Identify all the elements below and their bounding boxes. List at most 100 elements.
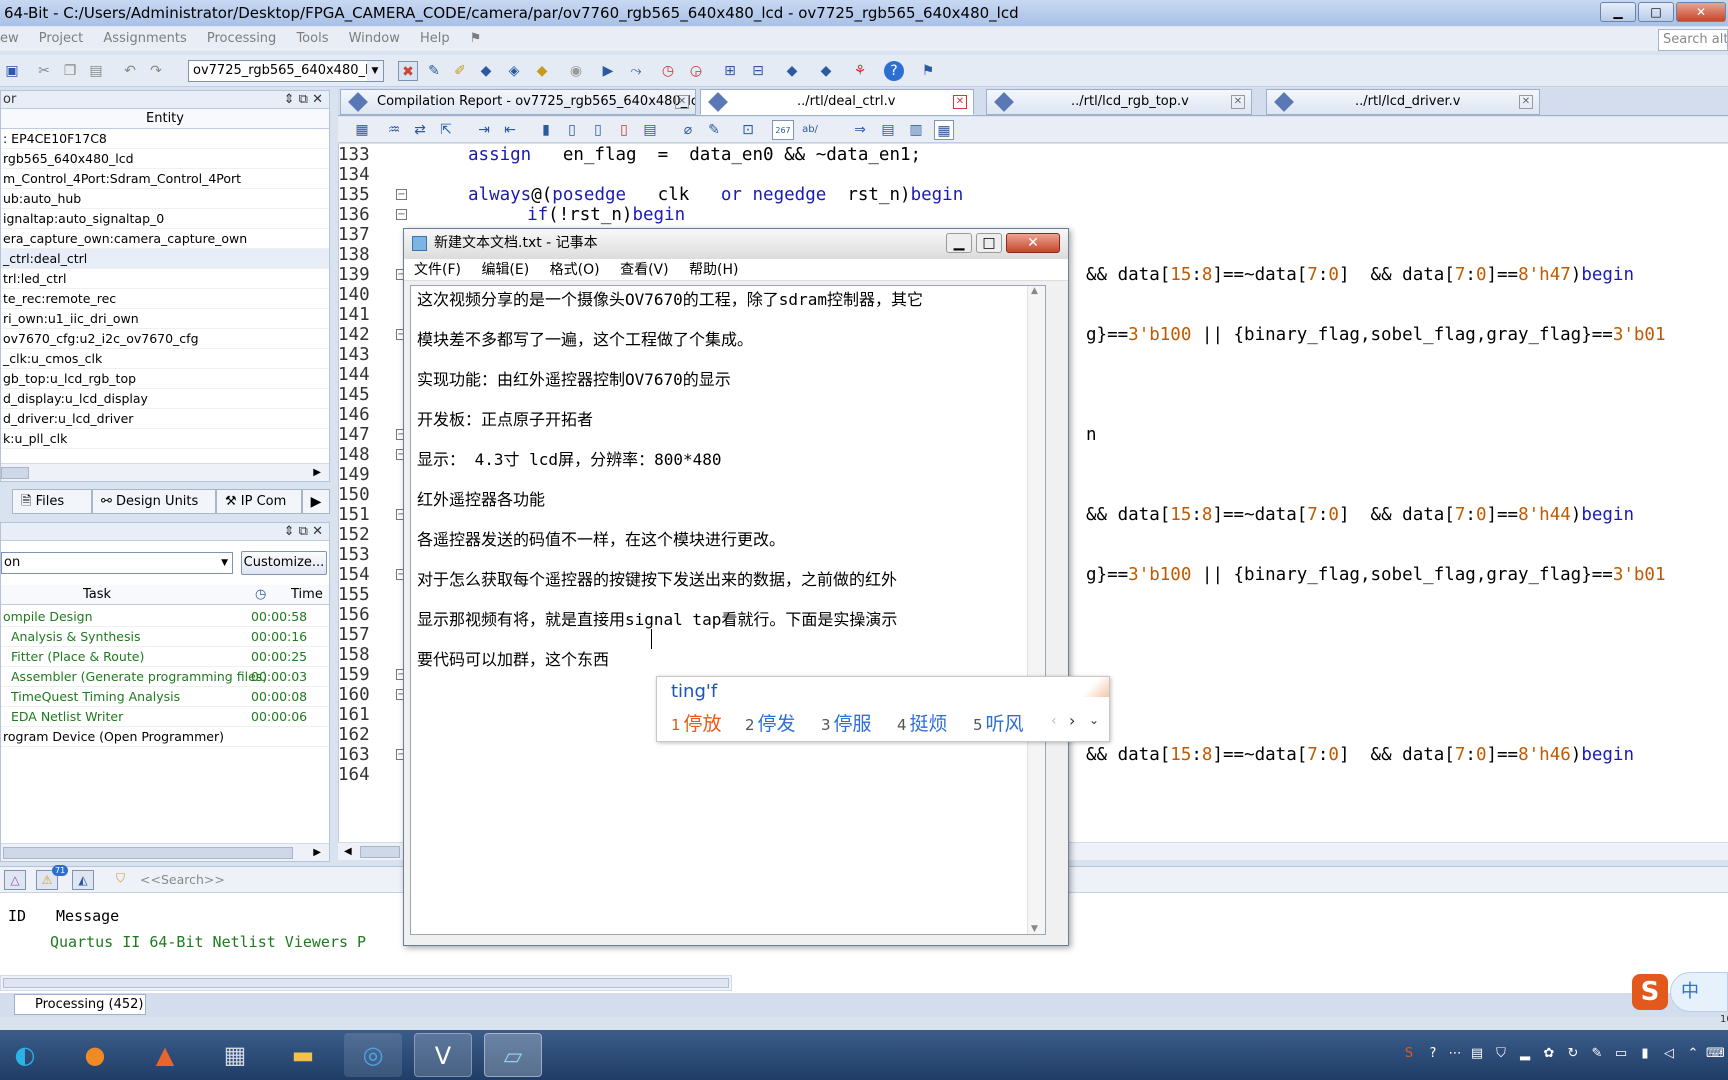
entity-row[interactable]: era_capture_own:camera_capture_own bbox=[1, 229, 329, 249]
netlist-icon[interactable]: ⊞ bbox=[720, 61, 740, 81]
entity-row[interactable]: k:u_pll_clk bbox=[1, 429, 329, 449]
tab-files[interactable]: 🗎 Files bbox=[12, 489, 92, 514]
notepad-titlebar[interactable]: 新建文本文档.txt - 记事本 ▁ □ ✕ bbox=[404, 229, 1068, 259]
notepad-menu-format[interactable]: 格式(O) bbox=[550, 262, 600, 278]
paste-icon[interactable]: ▤ bbox=[86, 61, 106, 81]
info-filter-icon[interactable]: ◭ bbox=[72, 870, 94, 890]
doc-tab-lcd-rgb-top[interactable]: ../rtl/lcd_rgb_top.v ✕ bbox=[986, 89, 1252, 115]
page2-icon[interactable]: ▥ bbox=[906, 120, 926, 140]
entity-row[interactable]: rgb565_640x480_lcd bbox=[1, 149, 329, 169]
dots-tray-icon[interactable]: ⋯ bbox=[1446, 1045, 1464, 1063]
menu-tools[interactable]: Tools bbox=[296, 27, 328, 51]
stop-icon[interactable]: ✖ bbox=[398, 61, 418, 81]
visio-icon[interactable]: V bbox=[414, 1033, 472, 1077]
ime-expand-icon[interactable]: ⌄ bbox=[1089, 713, 1099, 727]
programmer-icon[interactable]: ◆ bbox=[816, 61, 836, 81]
notepad-maximize-button[interactable]: □ bbox=[976, 233, 1002, 253]
font-icon[interactable]: ab/ bbox=[800, 120, 820, 140]
doc-tab-lcd-driver[interactable]: ../rtl/lcd_driver.v ✕ bbox=[1266, 89, 1540, 115]
tasks-scroll-thumb[interactable] bbox=[3, 847, 293, 859]
close-tab-icon[interactable]: ✕ bbox=[1519, 95, 1533, 109]
goto-icon[interactable]: ⇱ bbox=[436, 120, 456, 140]
menu-assignments[interactable]: Assignments bbox=[103, 27, 186, 51]
task-row[interactable]: Assembler (Generate programming files) 00… bbox=[1, 667, 329, 687]
chevron-up-icon[interactable]: ⌃ bbox=[1684, 1045, 1702, 1063]
notepad-menu-file[interactable]: 文件(F) bbox=[414, 262, 461, 278]
chip-planner-icon[interactable]: ◆ bbox=[782, 61, 802, 81]
ink-tray-icon[interactable]: ✎ bbox=[1588, 1045, 1606, 1063]
template-icon[interactable]: ✎ bbox=[704, 120, 724, 140]
ime-prev-icon[interactable]: ‹ bbox=[1051, 713, 1057, 729]
assignment-editor-icon[interactable]: ✐ bbox=[450, 61, 470, 81]
scroll-left-icon[interactable]: ◀ bbox=[344, 843, 352, 861]
indent-icon[interactable]: ⇥ bbox=[474, 120, 494, 140]
timing-icon[interactable]: ⤳ bbox=[626, 61, 646, 81]
task-row[interactable]: Analysis & Synthesis 00:00:16 bbox=[1, 627, 329, 647]
compile-icon[interactable]: ◈ bbox=[504, 61, 524, 81]
copy-icon[interactable]: ❐ bbox=[60, 61, 80, 81]
revision-select[interactable]: ov7725_rgb565_640x480_lcd ▼ bbox=[188, 60, 384, 82]
notepad-taskbar-icon[interactable]: ▱ bbox=[484, 1033, 542, 1077]
entity-column-header[interactable]: Entity bbox=[1, 109, 329, 129]
flow-select[interactable]: on ▼ bbox=[1, 552, 233, 574]
notepad-vscrollbar[interactable]: ▲ ▼ bbox=[1027, 286, 1045, 934]
entity-row[interactable]: ub:auto_hub bbox=[1, 189, 329, 209]
ime-next-icon[interactable]: › bbox=[1069, 711, 1075, 730]
menu-view[interactable]: ew bbox=[0, 27, 19, 51]
task-row[interactable]: ompile Design 00:00:58 bbox=[1, 607, 329, 627]
keyboard-icon[interactable]: ⌨ bbox=[1706, 1045, 1725, 1063]
undo-icon[interactable]: ↶ bbox=[120, 61, 140, 81]
fold-icon[interactable]: − bbox=[396, 209, 407, 220]
entity-row[interactable]: d_driver:u_lcd_driver bbox=[1, 409, 329, 429]
tabs-scroll-right[interactable]: ▶ bbox=[302, 489, 330, 514]
navigator-hscrollbar[interactable]: ▶ bbox=[1, 463, 329, 481]
page-icon[interactable]: ▤ bbox=[878, 120, 898, 140]
ime-candidate[interactable]: 2 停发 bbox=[745, 709, 796, 736]
next-icon[interactable]: ⇒ bbox=[850, 120, 870, 140]
task-row[interactable]: rogram Device (Open Programmer) bbox=[1, 727, 329, 747]
error-filter-icon[interactable]: △ bbox=[4, 870, 26, 890]
shield-icon[interactable]: ⛉ bbox=[1492, 1045, 1510, 1063]
message-row[interactable]: Quartus II 64-Bit Netlist Viewers P bbox=[50, 933, 366, 951]
menu-window[interactable]: Window bbox=[349, 27, 400, 51]
sogou-tray-icon[interactable]: S bbox=[1400, 1045, 1418, 1063]
doc-tab-deal-ctrl[interactable]: ../rtl/deal_ctrl.v ✕ bbox=[700, 89, 974, 115]
settings-icon[interactable]: ◆ bbox=[476, 61, 496, 81]
bookmark-clear-icon[interactable]: ▯ bbox=[614, 120, 634, 140]
scroll-right-icon[interactable]: ▶ bbox=[313, 844, 321, 862]
entity-row[interactable]: te_rec:remote_rec bbox=[1, 289, 329, 309]
entity-row[interactable]: _ctrl:deal_ctrl bbox=[1, 249, 329, 269]
minimize-button[interactable]: ▁ bbox=[1600, 2, 1636, 22]
fold-icon[interactable]: − bbox=[396, 189, 407, 200]
editor-scroll-thumb[interactable] bbox=[360, 846, 400, 858]
replace-icon[interactable]: ⇄ bbox=[410, 120, 430, 140]
analysis-icon[interactable]: ◆ bbox=[532, 61, 552, 81]
menu-project[interactable]: Project bbox=[39, 27, 83, 51]
sync-tray-icon[interactable]: ↻ bbox=[1564, 1045, 1582, 1063]
signal-icon[interactable]: ▂ bbox=[1516, 1045, 1534, 1063]
scroll-down-icon[interactable]: ▼ bbox=[1031, 924, 1038, 934]
network-app-icon[interactable]: ◎ bbox=[344, 1033, 402, 1077]
redo-icon[interactable]: ↷ bbox=[146, 61, 166, 81]
edge-browser-icon[interactable]: ◐ bbox=[0, 1033, 50, 1077]
stopwatch2-icon[interactable]: ◶ bbox=[686, 61, 706, 81]
entity-row[interactable]: trl:led_ctrl bbox=[1, 269, 329, 289]
notepad-menu-help[interactable]: 帮助(H) bbox=[689, 262, 738, 278]
time-column-label[interactable]: Time bbox=[291, 585, 323, 605]
notepad-minimize-button[interactable]: ▁ bbox=[946, 233, 972, 253]
bookmark-next-icon[interactable]: ▯ bbox=[562, 120, 582, 140]
notepad-text-area[interactable]: 这次视频分享的是一个摄像头OV7670的工程，除了sdram控制器，其它 模块差不… bbox=[410, 285, 1046, 935]
calculator-icon[interactable]: ▦ bbox=[206, 1033, 264, 1077]
help-tray-icon[interactable]: ? bbox=[1424, 1045, 1442, 1063]
customize-button[interactable]: Customize... bbox=[241, 551, 327, 575]
network-icon[interactable]: ▭ bbox=[1612, 1045, 1630, 1063]
bookmark-list-icon[interactable]: ▤ bbox=[640, 120, 660, 140]
entity-row[interactable]: ri_own:u1_iic_dri_own bbox=[1, 309, 329, 329]
chip-icon[interactable]: ◉ bbox=[566, 61, 586, 81]
tasks-hscrollbar[interactable]: ▶ bbox=[1, 843, 329, 861]
pin-planner-icon[interactable]: ✎ bbox=[424, 61, 444, 81]
rtl-viewer-icon[interactable]: ⊟ bbox=[748, 61, 768, 81]
help-icon[interactable]: ? bbox=[884, 61, 904, 81]
line-numbers-icon[interactable]: 267 bbox=[772, 120, 794, 140]
entity-row[interactable]: d_display:u_lcd_display bbox=[1, 389, 329, 409]
